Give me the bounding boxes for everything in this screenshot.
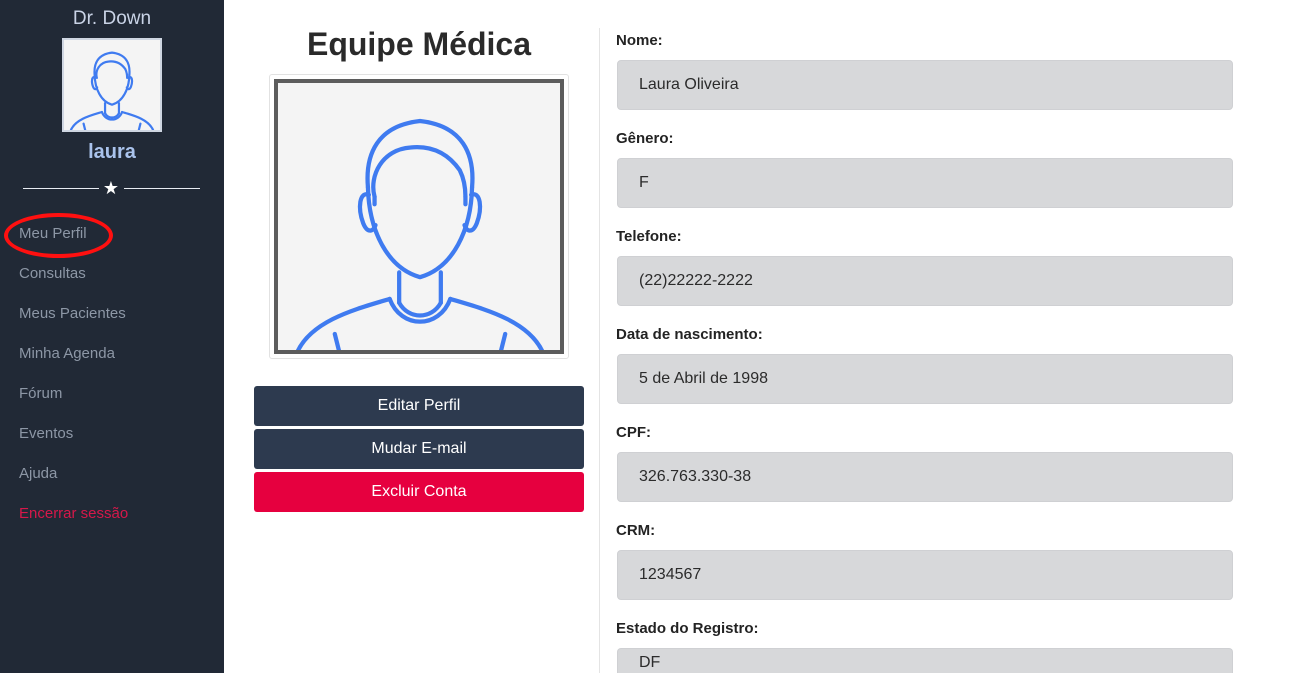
change-email-button[interactable]: Mudar E-mail: [254, 429, 584, 469]
sidebar-item-consultas[interactable]: Consultas: [0, 254, 224, 294]
username: laura: [88, 141, 136, 163]
sidebar-item-ajuda[interactable]: Ajuda: [0, 454, 224, 494]
sidebar-item-encerrar-sessao[interactable]: Encerrar sessão: [0, 494, 224, 534]
sidebar-divider: ★: [23, 178, 200, 198]
field-nome: Laura Oliveira: [617, 60, 1233, 110]
sidebar-item-eventos[interactable]: Eventos: [0, 414, 224, 454]
sidebar-item-minha-agenda[interactable]: Minha Agenda: [0, 334, 224, 374]
sidebar-nav: Meu Perfil Consultas Meus Pacientes Minh…: [0, 214, 224, 534]
profile-photo: [269, 74, 569, 359]
page-title: Equipe Médica: [306, 26, 532, 62]
field-label-crm: CRM:: [616, 522, 656, 539]
divider-line-right: [124, 188, 200, 189]
field-cpf: 326.763.330-38: [617, 452, 1233, 502]
sidebar-item-meu-perfil[interactable]: Meu Perfil: [0, 214, 224, 254]
person-avatar-icon: [296, 118, 544, 350]
star-icon: ★: [102, 178, 120, 198]
avatar: [62, 38, 162, 132]
delete-account-button[interactable]: Excluir Conta: [254, 472, 584, 512]
edit-profile-button[interactable]: Editar Perfil: [254, 386, 584, 426]
column-divider: [599, 28, 600, 673]
profile-photo-image: [274, 79, 564, 354]
sidebar-item-forum[interactable]: Fórum: [0, 374, 224, 414]
field-label-cpf: CPF:: [616, 424, 651, 441]
sidebar: Dr. Down laura ★ Meu Perfil Consultas Me…: [0, 0, 224, 673]
sidebar-item-meus-pacientes[interactable]: Meus Pacientes: [0, 294, 224, 334]
field-label-estado-registro: Estado do Registro:: [616, 620, 759, 637]
field-estado-registro-value: DF: [639, 654, 661, 671]
divider-line-left: [23, 188, 99, 189]
field-data-nascimento: 5 de Abril de 1998: [617, 354, 1233, 404]
field-telefone: (22)22222-2222: [617, 256, 1233, 306]
field-label-data-nascimento: Data de nascimento:: [616, 326, 763, 343]
field-genero: F: [617, 158, 1233, 208]
field-label-telefone: Telefone:: [616, 228, 682, 245]
field-crm: 1234567: [617, 550, 1233, 600]
field-label-genero: Gênero:: [616, 130, 674, 147]
brand-name: Dr. Down: [72, 8, 152, 29]
field-estado-registro: DF: [617, 648, 1233, 673]
field-label-nome: Nome:: [616, 32, 663, 49]
person-avatar-icon: [69, 51, 155, 130]
